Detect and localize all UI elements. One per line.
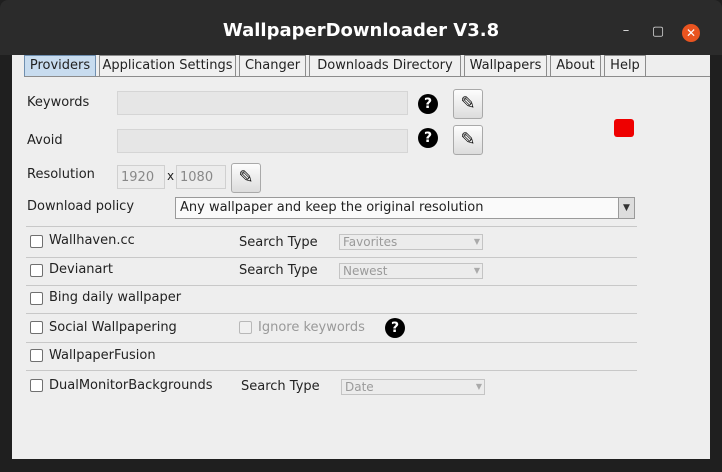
minimize-button[interactable]: – xyxy=(618,24,634,38)
dualmonitor-search-type-label: Search Type xyxy=(241,379,320,394)
resolution-x-separator: x xyxy=(167,169,175,183)
avoid-edit-button[interactable]: ✎ xyxy=(453,125,483,155)
avoid-help-icon[interactable]: ? xyxy=(418,128,438,148)
chevron-down-icon[interactable]: ▼ xyxy=(618,198,634,218)
separator xyxy=(26,370,637,371)
app-window: WallpaperDownloader V3.8 – ▢ ✕ Providers… xyxy=(0,0,722,472)
dualmonitor-search-type-select: Date ▼ xyxy=(341,379,485,395)
download-policy-label: Download policy xyxy=(27,199,135,214)
wallhaven-search-type-select: Favorites ▼ xyxy=(339,234,483,250)
tab-changer[interactable]: Changer xyxy=(239,55,306,77)
dualmonitor-checkbox[interactable] xyxy=(30,379,43,392)
providers-panel: Keywords ? ✎ Avoid ? ✎ Resolution 1920 x… xyxy=(12,77,710,459)
close-button[interactable]: ✕ xyxy=(682,24,700,42)
tab-help[interactable]: Help xyxy=(604,55,646,77)
social-wallpapering-label: Social Wallpapering xyxy=(49,320,177,335)
resolution-height-input[interactable]: 1080 xyxy=(176,165,226,189)
wallhaven-checkbox[interactable] xyxy=(30,235,43,248)
title-bar[interactable]: WallpaperDownloader V3.8 – ▢ ✕ xyxy=(0,0,722,55)
tab-application-settings[interactable]: Application Settings xyxy=(99,55,236,77)
tab-providers[interactable]: Providers xyxy=(24,55,96,77)
devianart-search-type-select: Newest ▼ xyxy=(339,263,483,279)
status-indicator xyxy=(614,119,634,137)
separator xyxy=(26,257,637,258)
resolution-edit-button[interactable]: ✎ xyxy=(231,163,261,193)
bing-label: Bing daily wallpaper xyxy=(49,290,182,305)
resolution-label: Resolution xyxy=(27,167,95,182)
separator xyxy=(26,313,637,314)
keywords-label: Keywords xyxy=(27,95,90,110)
devianart-label: Devianart xyxy=(49,262,113,277)
wallpaperfusion-checkbox[interactable] xyxy=(30,349,43,362)
tab-downloads-directory[interactable]: Downloads Directory xyxy=(309,55,461,77)
separator xyxy=(26,342,637,343)
client-area: Providers Application Settings Changer D… xyxy=(12,55,710,459)
dualmonitor-label: DualMonitorBackgrounds xyxy=(49,378,213,393)
dualmonitor-search-type-value: Date xyxy=(345,380,374,394)
separator xyxy=(26,226,637,227)
bing-checkbox[interactable] xyxy=(30,292,43,305)
separator xyxy=(26,285,637,286)
download-policy-select[interactable]: Any wallpaper and keep the original reso… xyxy=(175,197,635,219)
wallpaperfusion-label: WallpaperFusion xyxy=(49,348,156,363)
resolution-width-input[interactable]: 1920 xyxy=(117,165,165,189)
social-wallpapering-checkbox[interactable] xyxy=(30,321,43,334)
devianart-checkbox[interactable] xyxy=(30,264,43,277)
window-title: WallpaperDownloader V3.8 xyxy=(222,20,500,41)
devianart-search-type-label: Search Type xyxy=(239,263,318,278)
wallhaven-search-type-value: Favorites xyxy=(343,235,398,249)
wallhaven-label: Wallhaven.cc xyxy=(49,233,135,248)
ignore-keywords-label: Ignore keywords xyxy=(258,320,365,335)
keywords-edit-button[interactable]: ✎ xyxy=(453,89,483,119)
avoid-input[interactable] xyxy=(117,129,408,153)
download-policy-value: Any wallpaper and keep the original reso… xyxy=(180,200,484,215)
keywords-input[interactable] xyxy=(117,91,408,115)
avoid-label: Avoid xyxy=(27,133,63,148)
tab-wallpapers[interactable]: Wallpapers xyxy=(464,55,547,77)
chevron-down-icon: ▼ xyxy=(475,382,482,391)
chevron-down-icon: ▼ xyxy=(473,237,480,246)
maximize-button[interactable]: ▢ xyxy=(650,25,666,39)
devianart-search-type-value: Newest xyxy=(343,264,388,278)
social-help-icon[interactable]: ? xyxy=(385,318,405,338)
ignore-keywords-checkbox[interactable] xyxy=(239,321,252,334)
tab-about[interactable]: About xyxy=(550,55,601,77)
wallhaven-search-type-label: Search Type xyxy=(239,235,318,250)
keywords-help-icon[interactable]: ? xyxy=(418,94,438,114)
chevron-down-icon: ▼ xyxy=(473,266,480,275)
